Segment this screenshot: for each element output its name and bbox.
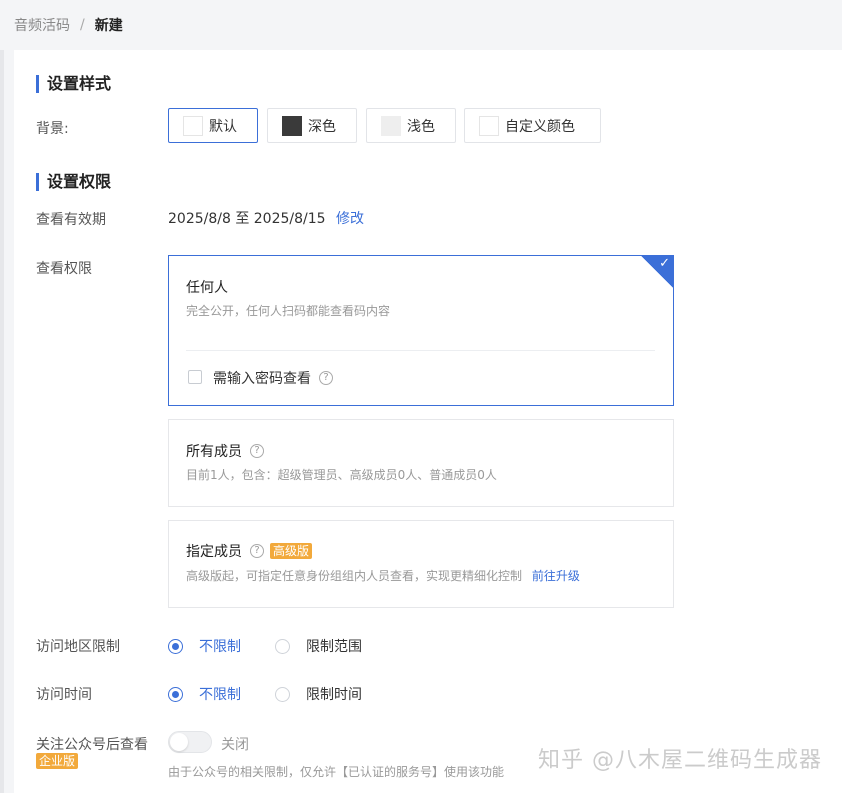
- bg-option-light[interactable]: 浅色: [366, 108, 456, 143]
- follow-label: 关注公众号后查看: [36, 737, 148, 753]
- follow-note: 由于公众号的相关限制，仅允许【已认证的服务号】使用该功能: [168, 765, 505, 779]
- time-radio-limited[interactable]: [275, 686, 290, 702]
- radio-label[interactable]: 不限制: [199, 636, 241, 656]
- form-panel: 设置样式 背景: 默认 深色 浅色 自定义颜色 设置权限 查看有效期 2025/…: [14, 50, 842, 793]
- time-radio-unlimited[interactable]: [168, 686, 183, 702]
- view-permission-label: 查看权限: [36, 261, 92, 277]
- swatch-light-icon: [381, 115, 401, 136]
- permission-section-title: 设置权限: [36, 173, 111, 191]
- card-title-row: 所有成员 ?: [186, 441, 264, 461]
- card-title-row: 指定成员 ? 高级版: [186, 541, 313, 561]
- swatch-custom-icon: [479, 115, 499, 136]
- validity-row: 2025/8/8 至 2025/8/15 修改: [168, 208, 364, 228]
- card-title: 任何人: [186, 280, 228, 296]
- help-icon[interactable]: ?: [319, 371, 333, 385]
- swatch-white-icon: [183, 115, 203, 136]
- time-radio-group: 不限制 限制时间: [168, 684, 396, 704]
- bg-option-custom[interactable]: 自定义颜色: [464, 108, 601, 143]
- card-title: 所有成员: [186, 444, 242, 460]
- breadcrumb-current: 新建: [94, 18, 123, 34]
- style-section-title: 设置样式: [36, 75, 111, 93]
- watermark: 知乎 @八木屋二维码生成器: [538, 748, 822, 773]
- background-label: 背景:: [36, 121, 69, 137]
- check-icon: ✓: [659, 256, 670, 271]
- card-desc: 完全公开，任何人扫码都能查看码内容: [186, 304, 391, 318]
- toggle-state: 关闭: [221, 737, 249, 753]
- card-title: 指定成员: [186, 544, 242, 560]
- bg-option-default[interactable]: 默认: [168, 108, 258, 143]
- left-edge: [0, 50, 4, 793]
- validity-label: 查看有效期: [36, 212, 106, 228]
- region-label: 访问地区限制: [36, 639, 120, 655]
- bg-option-label: 默认: [209, 118, 237, 135]
- bg-option-label: 自定义颜色: [505, 118, 575, 135]
- card-desc-row: 高级版起，可指定任意身份组组内人员查看，实现更精细化控制 前往升级: [186, 567, 580, 584]
- radio-label[interactable]: 限制时间: [306, 684, 362, 704]
- bg-option-label: 浅色: [407, 118, 435, 135]
- follow-toggle[interactable]: [168, 731, 212, 753]
- breadcrumb-parent-link[interactable]: 音频活码: [14, 15, 70, 35]
- permission-card-anyone[interactable]: ✓ 任何人 完全公开，任何人扫码都能查看码内容 需输入密码查看 ?: [168, 255, 674, 406]
- toggle-knob: [170, 733, 188, 751]
- premium-badge: 高级版: [270, 543, 313, 559]
- checkbox-label-text: 需输入密码查看: [213, 371, 311, 387]
- bg-option-dark[interactable]: 深色: [267, 108, 357, 143]
- radio-label[interactable]: 限制范围: [306, 636, 362, 656]
- region-radio-range[interactable]: [275, 638, 290, 654]
- breadcrumb-separator: /: [80, 17, 85, 33]
- enterprise-badge: 企业版: [36, 753, 79, 769]
- region-radio-group: 不限制 限制范围: [168, 636, 396, 656]
- permission-card-all-members[interactable]: 所有成员 ? 目前1人，包含：超级管理员、高级成员0人、普通成员0人: [168, 419, 674, 507]
- card-desc: 高级版起，可指定任意身份组组内人员查看，实现更精细化控制: [186, 569, 523, 583]
- permission-card-specified[interactable]: 指定成员 ? 高级版 高级版起，可指定任意身份组组内人员查看，实现更精细化控制 …: [168, 520, 674, 608]
- card-divider: [186, 350, 655, 351]
- time-label: 访问时间: [36, 687, 92, 703]
- password-checkbox[interactable]: [188, 370, 202, 384]
- help-icon[interactable]: ?: [250, 444, 264, 458]
- upgrade-link[interactable]: 前往升级: [532, 569, 580, 583]
- validity-value: 2025/8/8 至 2025/8/15: [168, 211, 326, 227]
- region-radio-unlimited[interactable]: [168, 638, 183, 654]
- swatch-dark-icon: [282, 115, 302, 136]
- breadcrumb: 音频活码 / 新建: [0, 0, 842, 50]
- validity-edit-link[interactable]: 修改: [336, 211, 364, 227]
- password-checkbox-label: 需输入密码查看 ?: [213, 368, 333, 388]
- help-icon[interactable]: ?: [250, 544, 264, 558]
- bg-option-label: 深色: [308, 118, 336, 135]
- radio-label[interactable]: 不限制: [199, 684, 241, 704]
- card-desc: 目前1人，包含：超级管理员、高级成员0人、普通成员0人: [186, 468, 497, 482]
